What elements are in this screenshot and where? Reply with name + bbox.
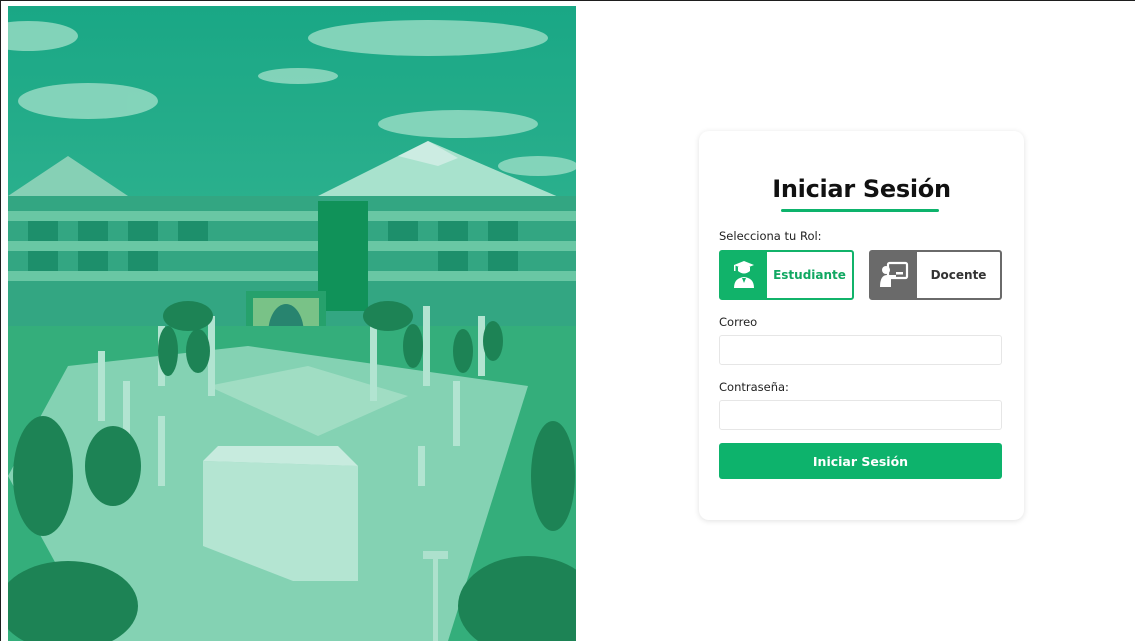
role-label: Selecciona tu Rol: xyxy=(719,229,822,243)
login-submit-button[interactable]: Iniciar Sesión xyxy=(719,443,1002,479)
title-underline xyxy=(781,209,939,212)
role-option-estudiante[interactable]: Estudiante xyxy=(719,250,854,300)
password-field[interactable] xyxy=(719,400,1002,430)
campus-photo xyxy=(8,6,576,641)
login-card: Iniciar Sesión Selecciona tu Rol: Estudi… xyxy=(699,131,1024,520)
password-label: Contraseña: xyxy=(719,380,789,394)
teacher-board-icon xyxy=(871,252,917,298)
role-option-docente[interactable]: Docente xyxy=(869,250,1002,300)
email-label: Correo xyxy=(719,315,758,329)
role-label-docente: Docente xyxy=(930,268,987,282)
login-title: Iniciar Sesión xyxy=(772,175,951,203)
role-label-estudiante: Estudiante xyxy=(773,268,846,282)
email-field[interactable] xyxy=(719,335,1002,365)
graduate-icon xyxy=(721,252,767,298)
